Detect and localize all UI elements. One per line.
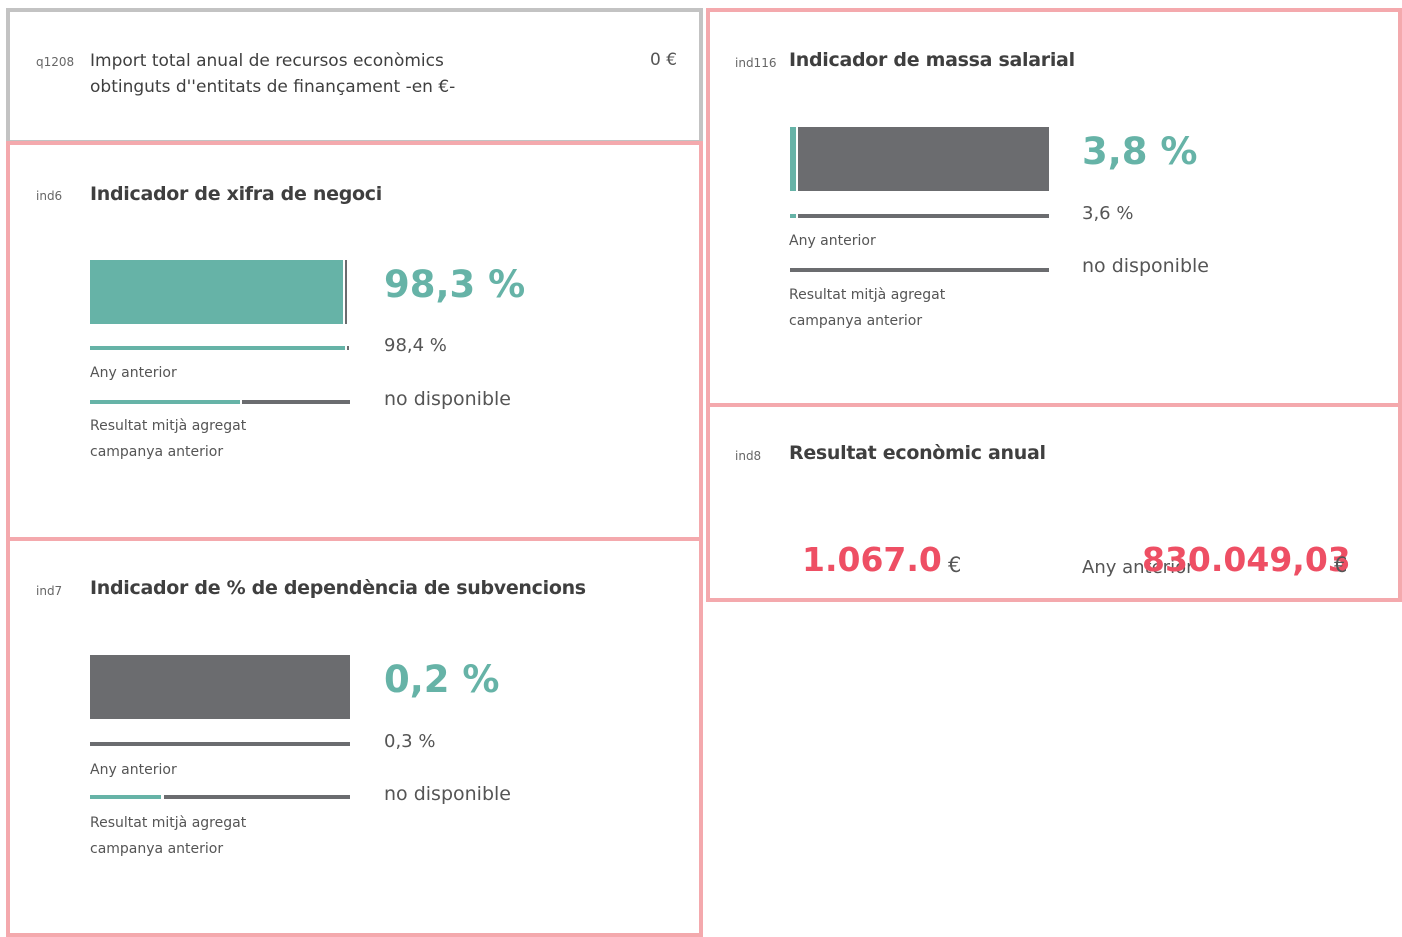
indicator-title: Indicador de massa salarial — [789, 49, 1075, 71]
aggregate-label-line2: campanya anterior — [90, 841, 224, 857]
indicator-code: ind8 — [735, 449, 762, 463]
indicator-card-ind6: ind6 Indicador de xifra de negoci Any an… — [6, 141, 703, 541]
current-value-remaining — [798, 127, 1049, 191]
previous-value: 98,4 % — [384, 335, 447, 356]
question-card-q1208: q1208 Import total anual de recursos eco… — [6, 8, 703, 144]
current-value: 0,2 % — [384, 658, 500, 701]
question-code: q1208 — [36, 55, 75, 69]
aggregate-label-line2: campanya anterior — [90, 444, 224, 460]
aggregate-label-line1: Resultat mitjà agregat — [90, 418, 247, 434]
aggregate-value: no disponible — [384, 783, 511, 805]
current-value-bar — [90, 260, 350, 324]
indicator-card-ind116: ind116 Indicador de massa salarial Any a… — [706, 8, 1402, 408]
aggregate-line-dark — [164, 795, 350, 799]
indicator-title: Indicador de % de dependència de subvenc… — [90, 577, 586, 599]
previous-result-value: 830.049,03 — [1142, 540, 1351, 579]
indicator-card-ind7: ind7 Indicador de % de dependència de su… — [6, 537, 703, 937]
indicator-title: Indicador de xifra de negoci — [90, 183, 382, 205]
aggregate-line-teal — [90, 795, 161, 799]
previous-year-label: Any anterior — [90, 762, 177, 778]
previous-year-line-end — [347, 346, 349, 350]
previous-year-label: Any anterior — [789, 233, 876, 249]
question-text: Import total anual de recursos econòmics… — [90, 51, 456, 97]
current-result-value: 1.067.0 — [802, 540, 942, 579]
previous-year-line — [90, 742, 350, 746]
previous-result-currency: € — [1334, 553, 1348, 577]
indicator-title: Resultat econòmic anual — [789, 442, 1046, 464]
indicator-card-ind8: ind8 Resultat econòmic anual 1.067.0 € A… — [706, 403, 1402, 602]
previous-year-line-fill — [790, 214, 796, 218]
indicator-code: ind6 — [36, 189, 63, 203]
indicator-code: ind7 — [36, 584, 63, 598]
indicator-code: ind116 — [735, 56, 777, 70]
question-value: 0 € — [650, 50, 678, 70]
current-value-fill — [790, 127, 796, 191]
current-value-fill — [90, 260, 343, 324]
previous-value: 3,6 % — [1082, 203, 1134, 224]
aggregate-line — [790, 268, 1049, 272]
current-value-bar — [90, 655, 350, 719]
current-value: 3,8 % — [1082, 130, 1198, 173]
aggregate-label-line1: Resultat mitjà agregat — [90, 815, 247, 831]
previous-year-line — [90, 346, 345, 350]
previous-year-label: Any anterior — [90, 365, 177, 381]
aggregate-label-line2: campanya anterior — [789, 313, 923, 329]
current-result-currency: € — [948, 553, 962, 577]
aggregate-line-teal — [90, 400, 240, 404]
aggregate-value: no disponible — [1082, 255, 1209, 277]
previous-year-line — [798, 214, 1049, 218]
previous-value-marker — [345, 260, 347, 324]
aggregate-label-line1: Resultat mitjà agregat — [789, 287, 946, 303]
aggregate-line-dark — [242, 400, 350, 404]
previous-value: 0,3 % — [384, 731, 436, 752]
current-value: 98,3 % — [384, 263, 526, 306]
aggregate-value: no disponible — [384, 388, 511, 410]
